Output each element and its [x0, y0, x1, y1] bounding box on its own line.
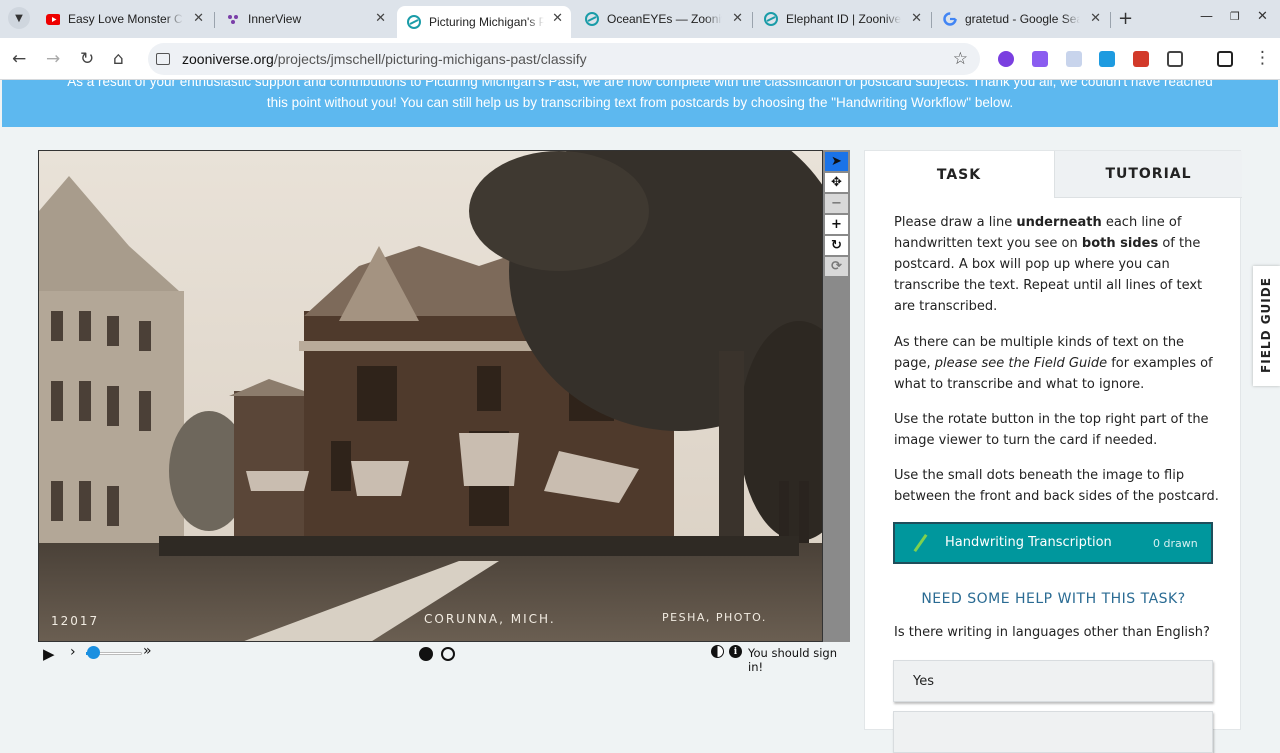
rotate-icon[interactable]: ↻ — [825, 236, 848, 255]
frame-dot-front[interactable] — [419, 647, 433, 661]
google-icon — [943, 12, 957, 26]
play-icon[interactable]: ▶ — [43, 645, 55, 663]
zooniverse-icon — [407, 15, 421, 29]
zoom-out-icon[interactable]: − — [825, 194, 848, 213]
extension-k-icon[interactable] — [998, 51, 1014, 67]
forward-arrow-icon[interactable]: → — [46, 49, 60, 69]
address-bar[interactable]: zooniverse.org/projects/jmschell/picturi… — [148, 43, 980, 75]
subject-image-viewer[interactable]: 12017 CORUNNA, MICH. PESHA, PHOTO. — [38, 150, 823, 642]
back-arrow-icon[interactable]: ← — [12, 49, 26, 69]
line-tool-icon — [913, 533, 928, 553]
postcard-image[interactable]: 12017 CORUNNA, MICH. PESHA, PHOTO. — [39, 151, 823, 642]
youtube-icon — [46, 12, 60, 26]
close-icon[interactable]: ✕ — [193, 10, 204, 26]
viewer-toolbar: ➤ ✥ − + ↻ ⟳ — [823, 150, 850, 642]
tab-search-button[interactable]: ▼ — [8, 7, 30, 29]
close-icon[interactable]: ✕ — [375, 10, 386, 26]
banner-line-2: this point without you! You can still he… — [266, 95, 1014, 110]
tab-google-search[interactable]: gratetud - Google Sear ✕ — [933, 6, 1109, 32]
tool-label: Handwriting Transcription — [945, 535, 1112, 550]
answer-yes-button[interactable]: Yes — [893, 660, 1213, 702]
tab-separator — [214, 12, 215, 28]
postcard-number-text: 12017 — [51, 614, 99, 628]
close-icon[interactable]: ✕ — [732, 10, 743, 26]
pointer-tool-icon[interactable]: ➤ — [825, 152, 848, 171]
tab-tutorial[interactable]: TUTORIAL — [1054, 151, 1242, 198]
tab-separator — [931, 12, 932, 28]
postcard-credit-text: PESHA, PHOTO. — [662, 611, 767, 624]
announcement-banner: As a result of your enthusiastic support… — [2, 80, 1278, 127]
url-text: zooniverse.org/projects/jmschell/picturi… — [182, 51, 587, 67]
extension-puzzle-purple-icon[interactable] — [1032, 51, 1048, 67]
tab-task[interactable]: TASK — [865, 151, 1053, 198]
tab-strip: ▼ Easy Love Monster Ca ✕ InnerView ✕ Pic… — [0, 0, 1280, 38]
tab-title: gratetud - Google Sear — [965, 12, 1080, 26]
instruction-paragraph-1: Please draw a line underneath each line … — [894, 215, 1203, 314]
slider-handle[interactable] — [87, 646, 100, 659]
task-help-link[interactable]: NEED SOME HELP WITH THIS TASK? — [865, 591, 1242, 607]
tab-innerview[interactable]: InnerView ✕ — [216, 6, 394, 32]
tab-title: InnerView — [248, 12, 302, 26]
tab-title: Elephant ID | Zooniver — [786, 12, 901, 26]
zoom-in-icon[interactable]: + — [825, 215, 848, 234]
zooniverse-icon — [585, 12, 599, 26]
banner-line-1: As a result of your enthusiastic support… — [67, 80, 1213, 89]
invert-contrast-icon[interactable] — [711, 645, 724, 658]
handwriting-transcription-tool-button[interactable]: Handwriting Transcription 0 drawn — [893, 522, 1213, 564]
field-guide-tab[interactable]: FIELD GUIDE — [1253, 266, 1280, 386]
tab-oceaneyes[interactable]: OceanEYEs — Zoonive ✕ — [575, 6, 751, 32]
extensions-puzzle-icon[interactable] — [1167, 51, 1183, 67]
tab-picturing-michigan[interactable]: Picturing Michigan's P ✕ — [397, 6, 571, 38]
viewer-controls: ▶ › » i You should sign in! — [38, 642, 850, 674]
new-tab-plus-icon[interactable]: + — [1118, 8, 1133, 29]
restore-icon[interactable]: ❐ — [1230, 10, 1240, 23]
field-guide-label: FIELD GUIDE — [1259, 277, 1273, 373]
tab-separator — [752, 12, 753, 28]
close-icon[interactable]: ✕ — [911, 10, 922, 26]
task-panel: TASK TUTORIAL Please draw a line underne… — [864, 150, 1242, 753]
instruction-paragraph-4: Use the small dots beneath the image to … — [894, 468, 1219, 504]
tab-youtube[interactable]: Easy Love Monster Ca ✕ — [36, 6, 212, 32]
home-icon[interactable]: ⌂ — [113, 49, 124, 69]
slower-chevron-icon[interactable]: › — [70, 644, 76, 660]
frame-dot-back[interactable] — [441, 647, 455, 661]
menu-kebab-icon[interactable]: ⋮ — [1254, 48, 1271, 68]
faster-chevrons-icon[interactable]: » — [143, 643, 152, 659]
site-info-icon[interactable] — [156, 53, 170, 65]
tab-title: OceanEYEs — Zoonive — [607, 12, 722, 26]
pan-move-icon[interactable]: ✥ — [825, 173, 848, 192]
innerview-icon — [226, 12, 240, 26]
extension-reader-icon[interactable] — [1066, 51, 1082, 67]
tab-elephant-id[interactable]: Elephant ID | Zooniver ✕ — [754, 6, 930, 32]
side-panel-icon[interactable] — [1217, 51, 1233, 67]
tab-title: Picturing Michigan's P — [429, 15, 544, 29]
window-close-icon[interactable]: ✕ — [1257, 9, 1268, 24]
answer-no-button[interactable] — [893, 711, 1213, 753]
bookmark-star-icon[interactable]: ☆ — [953, 49, 968, 69]
browser-toolbar: ← → ↻ ⌂ zooniverse.org/projects/jmschell… — [0, 38, 1280, 80]
zooniverse-icon — [764, 12, 778, 26]
close-icon[interactable]: ✕ — [552, 10, 563, 26]
drawn-count: 0 drawn — [1153, 537, 1198, 550]
sign-in-notice[interactable]: You should sign in! — [748, 646, 850, 674]
language-question: Is there writing in languages other than… — [894, 625, 1210, 640]
reset-view-icon[interactable]: ⟳ — [825, 257, 848, 276]
postcard-place-text: CORUNNA, MICH. — [424, 612, 556, 626]
close-icon[interactable]: ✕ — [1090, 10, 1101, 26]
minimize-icon[interactable]: — — [1200, 9, 1213, 24]
reload-icon[interactable]: ↻ — [80, 49, 94, 69]
tab-title: Easy Love Monster Ca — [68, 12, 183, 26]
tab-separator — [1110, 12, 1111, 28]
info-icon[interactable]: i — [729, 645, 742, 658]
instruction-paragraph-3: Use the rotate button in the top right p… — [894, 412, 1209, 448]
extension-download-icon[interactable] — [1099, 51, 1115, 67]
instruction-paragraph-2: As there can be multiple kinds of text o… — [894, 335, 1213, 392]
extension-book-icon[interactable] — [1133, 51, 1149, 67]
